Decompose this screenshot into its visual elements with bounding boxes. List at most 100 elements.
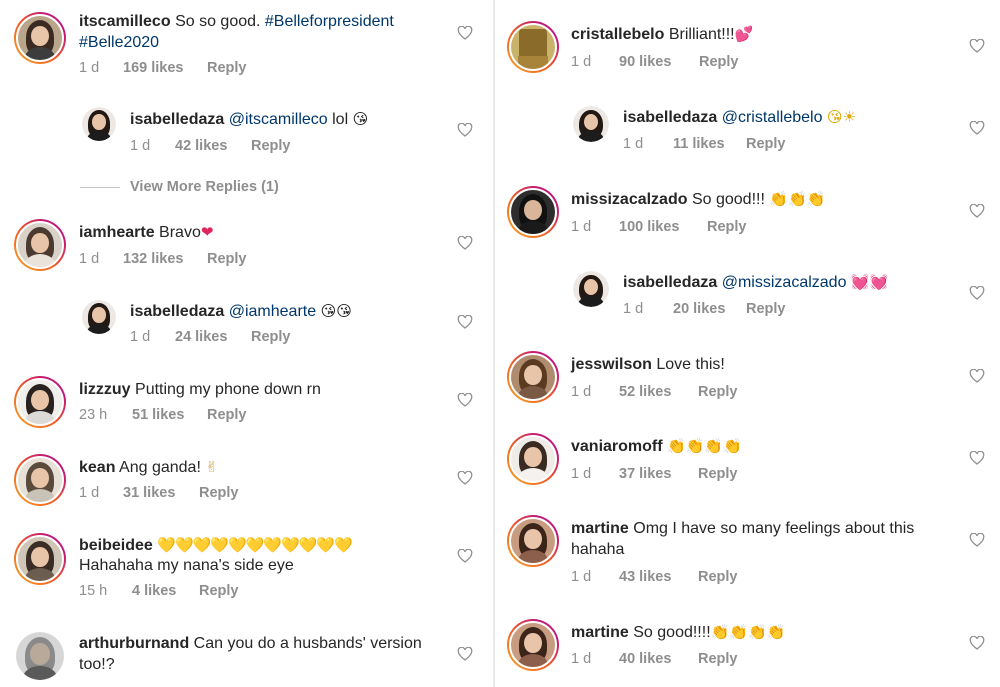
avatar[interactable] xyxy=(507,21,559,73)
likes-count[interactable]: 90 likes xyxy=(619,54,671,70)
comment-text: Hahahaha my nana's side eye xyxy=(79,557,294,574)
comment-username[interactable]: martine xyxy=(571,624,629,641)
heart-outline-icon[interactable] xyxy=(457,471,473,485)
avatar[interactable] xyxy=(82,107,116,141)
avatar[interactable] xyxy=(14,376,66,428)
comment-username[interactable]: kean xyxy=(79,459,115,476)
heart-outline-icon[interactable] xyxy=(969,204,985,218)
comment-username[interactable]: lizzzuy xyxy=(79,381,131,398)
comment-username[interactable]: jesswilson xyxy=(571,356,652,373)
comment-text: So good!!! xyxy=(691,191,770,208)
comment-time: 1 d xyxy=(79,485,100,501)
comment-username[interactable]: arthurburnand xyxy=(79,635,189,652)
likes-count[interactable]: 31 likes xyxy=(123,485,175,501)
likes-count[interactable]: 52 likes xyxy=(619,384,671,400)
heart-outline-icon[interactable] xyxy=(969,121,985,135)
reply-button[interactable]: Reply xyxy=(746,136,786,152)
reply-button[interactable]: Reply xyxy=(207,251,247,267)
comment-text: So good!!!! xyxy=(633,624,711,641)
reply-button[interactable]: Reply xyxy=(698,569,738,585)
comment-username[interactable]: beibeidee xyxy=(79,537,153,554)
hashtag-link[interactable]: #Belleforpresident xyxy=(265,13,394,30)
view-more-label: View More Replies (1) xyxy=(130,179,279,195)
heart-outline-icon[interactable] xyxy=(969,451,985,465)
reply-button[interactable]: Reply xyxy=(699,54,739,70)
comment-time: 1 d xyxy=(571,54,592,70)
avatar[interactable] xyxy=(14,219,66,271)
mention-link[interactable]: @cristallebelo xyxy=(722,109,823,126)
comment-username[interactable]: isabelledaza xyxy=(623,109,717,126)
reply-button[interactable]: Reply xyxy=(251,329,291,345)
reply-button[interactable]: Reply xyxy=(707,219,747,235)
comment-text: So so good. xyxy=(175,13,265,30)
view-more-replies[interactable]: View More Replies (1) xyxy=(80,179,279,195)
heart-outline-icon[interactable] xyxy=(969,369,985,383)
heart-outline-icon[interactable] xyxy=(457,549,473,563)
heart-outline-icon[interactable] xyxy=(969,286,985,300)
likes-count[interactable]: 11 likes xyxy=(673,136,725,152)
avatar[interactable] xyxy=(14,533,66,585)
reply-button[interactable]: Reply xyxy=(698,384,738,400)
comments-column-left: itscamilleco So so good. #Belleforpresid… xyxy=(0,0,493,687)
reply-button[interactable]: Reply xyxy=(251,138,291,154)
reply-button[interactable]: Reply xyxy=(199,583,239,599)
reply-button[interactable]: Reply xyxy=(698,651,738,667)
emoji: 👏👏👏 xyxy=(769,190,826,208)
comment-username[interactable]: isabelledaza xyxy=(130,111,224,128)
comment-username[interactable]: vaniaromoff xyxy=(571,438,663,455)
heart-outline-icon[interactable] xyxy=(457,236,473,250)
likes-count[interactable]: 132 likes xyxy=(123,251,183,267)
likes-count[interactable]: 24 likes xyxy=(175,329,227,345)
comment-username[interactable]: isabelledaza xyxy=(130,303,224,320)
comment-username[interactable]: cristallebelo xyxy=(571,26,664,43)
likes-count[interactable]: 42 likes xyxy=(175,138,227,154)
mention-link[interactable]: @iamhearte xyxy=(229,303,316,320)
avatar[interactable] xyxy=(14,454,66,506)
reply-button[interactable]: Reply xyxy=(207,60,247,76)
comment-text: Love this! xyxy=(656,356,725,373)
avatar[interactable] xyxy=(507,186,559,238)
avatar[interactable] xyxy=(507,515,559,567)
likes-count[interactable]: 51 likes xyxy=(132,407,184,423)
reply-button[interactable]: Reply xyxy=(698,466,738,482)
reply-button[interactable]: Reply xyxy=(199,485,239,501)
reply-isabelledaza: isabelledaza @cristallebelo 😘☀ 1 d 11 li… xyxy=(495,98,1000,158)
hashtag-link[interactable]: #Belle2020 xyxy=(79,34,159,51)
likes-count[interactable]: 100 likes xyxy=(619,219,679,235)
comment-username[interactable]: martine xyxy=(571,520,629,537)
avatar[interactable] xyxy=(16,632,64,680)
comment-time: 1 d xyxy=(79,251,100,267)
avatar[interactable] xyxy=(507,619,559,671)
likes-count[interactable]: 4 likes xyxy=(132,583,176,599)
avatar[interactable] xyxy=(82,300,116,334)
heart-outline-icon[interactable] xyxy=(457,123,473,137)
avatar[interactable] xyxy=(507,433,559,485)
avatar[interactable] xyxy=(507,351,559,403)
comment-username[interactable]: missizacalzado xyxy=(571,191,688,208)
comment-username[interactable]: iamhearte xyxy=(79,224,155,241)
mention-link[interactable]: @missizacalzado xyxy=(722,274,847,291)
comment-time: 1 d xyxy=(571,384,592,400)
likes-count[interactable]: 20 likes xyxy=(673,301,725,317)
heart-outline-icon[interactable] xyxy=(457,647,473,661)
likes-count[interactable]: 169 likes xyxy=(123,60,183,76)
likes-count[interactable]: 37 likes xyxy=(619,466,671,482)
heart-outline-icon[interactable] xyxy=(969,636,985,650)
reply-button[interactable]: Reply xyxy=(207,407,247,423)
likes-count[interactable]: 43 likes xyxy=(619,569,671,585)
comment-username[interactable]: isabelledaza xyxy=(623,274,717,291)
heart-outline-icon[interactable] xyxy=(457,393,473,407)
avatar[interactable] xyxy=(14,12,66,64)
reply-button[interactable]: Reply xyxy=(746,301,786,317)
heart-outline-icon[interactable] xyxy=(457,26,473,40)
mention-link[interactable]: @itscamilleco xyxy=(229,111,328,128)
heart-outline-icon[interactable] xyxy=(457,315,473,329)
comment-time: 1 d xyxy=(571,219,592,235)
comment-username[interactable]: itscamilleco xyxy=(79,13,171,30)
heart-outline-icon[interactable] xyxy=(969,39,985,53)
avatar[interactable] xyxy=(573,106,609,142)
likes-count[interactable]: 40 likes xyxy=(619,651,671,667)
heart-outline-icon[interactable] xyxy=(969,533,985,547)
avatar[interactable] xyxy=(573,271,609,307)
reply-isabelledaza: isabelledaza @missizacalzado 💓💓 1 d 20 l… xyxy=(495,263,1000,323)
